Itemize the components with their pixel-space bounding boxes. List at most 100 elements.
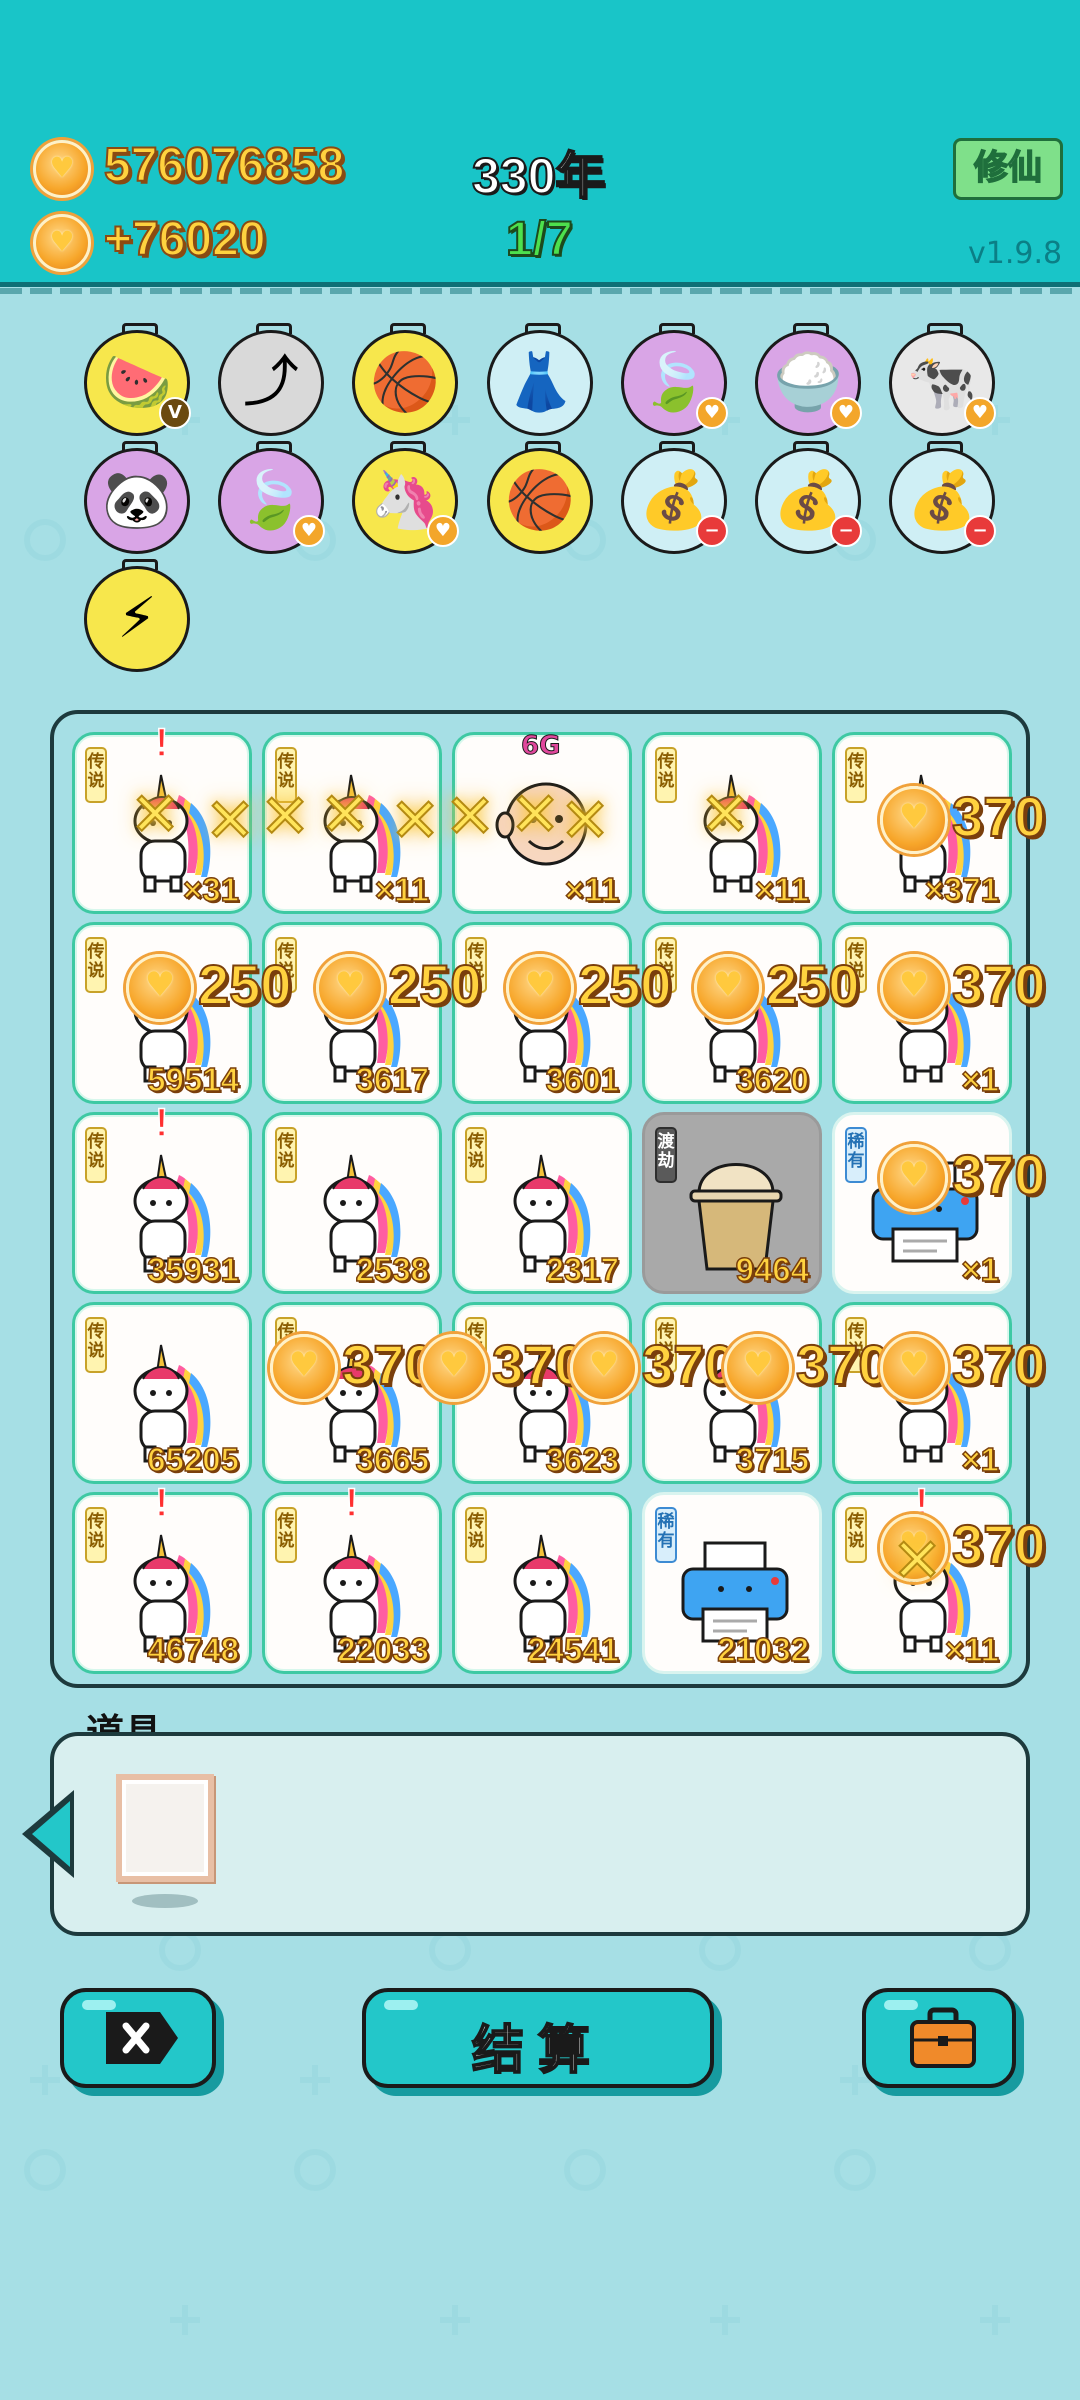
skill-badge: ♥ (830, 397, 862, 429)
coins-total: 576076858 (103, 138, 345, 193)
item-count: 35931 (146, 1250, 239, 1289)
rarity-tag: 传说 (85, 747, 107, 803)
item-count: ×11 (564, 870, 620, 909)
coin-icon (270, 1334, 338, 1402)
coin-icon (316, 954, 384, 1022)
sparkle-cross-icon: ✕ (891, 1525, 943, 1597)
reward-value: 370 (951, 784, 1046, 849)
item-count: ×1 (961, 1060, 1000, 1099)
grid-cell[interactable]: 传说! 46748 (72, 1480, 252, 1674)
coin-icon (880, 1144, 948, 1212)
grid-cell[interactable]: 传说 2538 (262, 1112, 442, 1294)
skill-badge: ♥ (964, 397, 996, 429)
alert-icon: ! (344, 1480, 359, 1526)
item-label: 6G (520, 731, 561, 762)
briefcase-icon (910, 2007, 976, 2068)
skirt-icon: 👗 (505, 350, 575, 415)
basketballs-icon: 🏀 (505, 468, 575, 533)
skill-slot[interactable]: 🍃 ♥ (621, 323, 728, 436)
grid-cell[interactable]: 传说 65205 (72, 1302, 252, 1484)
coin-icon (880, 1334, 948, 1402)
item-count: 9464 (735, 1250, 810, 1289)
skill-slot[interactable]: 🍃 ♥ (218, 441, 325, 554)
skill-slot[interactable]: 🍚 ♥ (755, 323, 862, 436)
item-count: ×31 (182, 870, 239, 909)
skill-slot[interactable]: 👗 (487, 323, 593, 436)
rarity-tag: 传说 (85, 1317, 107, 1373)
panda-icon: 🐼 (102, 468, 172, 533)
sparkle-cross-icon: ✕ (389, 785, 441, 857)
skill-badge: − (696, 515, 728, 547)
alert-icon: ! (154, 1100, 169, 1146)
item-count: ×1 (961, 1440, 1000, 1479)
sparkle-cross-icon: ✕ (699, 779, 751, 851)
skill-slot[interactable]: 🦄 ♥ (352, 441, 459, 554)
item-count: ×371 (924, 870, 1000, 909)
reward-value: 370 (951, 952, 1046, 1017)
top-status-bar: 576076858 +76020 330年 1/7 修仙 v1.9.8 (0, 0, 1080, 294)
skill-slot[interactable]: 🏀 (487, 441, 593, 554)
version-label: v1.9.8 (968, 236, 1063, 271)
rarity-tag: 渡劫 (655, 1127, 677, 1183)
coins-rate: +76020 (103, 212, 267, 267)
years-counter: 330年 (471, 147, 606, 205)
sparkle-cross-icon: ✕ (129, 779, 181, 851)
grid-cell[interactable]: 传说! 35931 (72, 1100, 252, 1294)
skill-badge: − (964, 515, 996, 547)
item-count: ×1 (961, 1250, 1000, 1289)
sparkle-cross-icon: ✕ (259, 781, 311, 853)
grid-cell[interactable]: 传说 24541 (452, 1492, 632, 1674)
skill-badge: ♥ (293, 515, 325, 547)
picture-frame-icon[interactable] (116, 1774, 214, 1882)
reward-value: 370 (641, 1332, 736, 1397)
grid-cell[interactable]: 渡劫 9464 (642, 1112, 822, 1294)
grid-cell[interactable]: 传说 2317 (452, 1112, 632, 1294)
coin-icon (880, 786, 948, 854)
coin-icon (33, 214, 91, 272)
coin-icon (880, 954, 948, 1022)
reward-value: 370 (795, 1332, 890, 1397)
skill-slot[interactable]: 🐼 (84, 441, 190, 554)
skill-slot[interactable]: ⤴ (218, 323, 324, 436)
reward-value: 250 (577, 952, 672, 1017)
rarity-tag: 稀有 (655, 1507, 677, 1563)
item-count: 3620 (735, 1060, 810, 1099)
reward-value: 370 (951, 1142, 1046, 1207)
skill-slot[interactable]: 🐄 ♥ (889, 323, 996, 436)
scroll-left-arrow-icon[interactable] (22, 1790, 74, 1878)
sparkle-cross-icon: ✕ (559, 785, 611, 857)
rarity-tag: 稀有 (845, 1127, 867, 1183)
skill-slot[interactable]: 🏀 (352, 323, 458, 436)
sparkle-cross-icon: ✕ (204, 785, 256, 857)
xiuxian-button[interactable]: 修仙 (953, 138, 1063, 200)
skill-slot[interactable]: 💰 − (889, 441, 996, 554)
skill-slot[interactable]: 🍉 V (84, 323, 191, 436)
item-count: 22033 (336, 1630, 429, 1669)
skill-slot[interactable]: 💰 − (621, 441, 728, 554)
item-count: 2317 (545, 1250, 620, 1289)
grid-cell[interactable]: 传说! 22033 (262, 1480, 442, 1674)
coin-icon (506, 954, 574, 1022)
grid-cell[interactable]: 稀有 21032 (642, 1492, 822, 1674)
upgrade-arrow-icon: ⤴ (243, 350, 299, 415)
item-count: 2538 (355, 1250, 430, 1289)
bag-button[interactable] (862, 1988, 1016, 2088)
settle-button[interactable]: 结算 (362, 1988, 714, 2088)
rarity-tag: 传说 (465, 1127, 487, 1183)
alert-icon: ! (154, 720, 169, 766)
item-count: 46748 (146, 1630, 239, 1669)
reward-value: 250 (197, 952, 292, 1017)
rarity-tag: 传说 (85, 1507, 107, 1563)
reward-value: 250 (765, 952, 860, 1017)
item-count: ×11 (754, 870, 810, 909)
rarity-tag: 传说 (85, 1127, 107, 1183)
lightning-icon: ⚡ (117, 586, 157, 651)
rarity-tag: 传说 (845, 747, 867, 803)
item-count: 3617 (355, 1060, 430, 1099)
skill-slot[interactable]: 💰 − (755, 441, 862, 554)
basketballs-icon: 🏀 (370, 350, 440, 415)
exit-button[interactable] (60, 1988, 216, 2088)
reward-value: 370 (951, 1332, 1046, 1397)
skill-slot[interactable]: ⚡ (84, 559, 190, 672)
settle-label: 结算 (471, 2020, 604, 2082)
